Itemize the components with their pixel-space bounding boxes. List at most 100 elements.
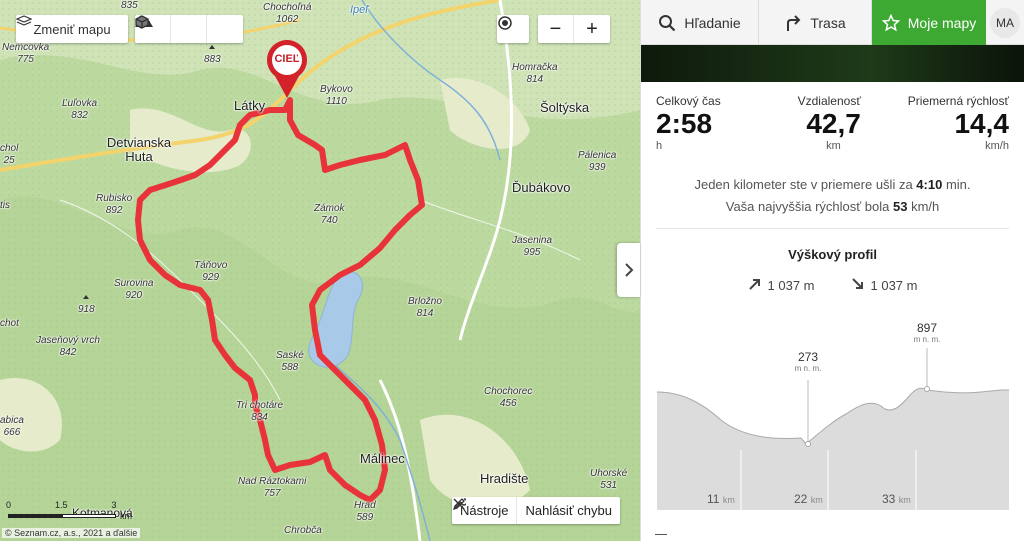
peak-label: 918 (78, 292, 95, 316)
stat-time-label: Celkový čas (656, 94, 721, 108)
peak-label: tis (0, 200, 10, 211)
app-root: 835 Chochoľná 1062 883 Nemcovka 775 Ľuľovk… (0, 0, 1024, 541)
elevation-profile[interactable] (641, 310, 1024, 510)
bottom-peek (655, 527, 667, 541)
scale-tick: 1.5 (55, 500, 68, 510)
stat-speed-label: Priemerná rýchlosť (907, 94, 1009, 108)
town-label: Hradište (480, 471, 529, 486)
target-icon (498, 16, 512, 30)
town-label: Látky (234, 98, 266, 113)
stat-speed-unit: km/h (985, 140, 1009, 152)
side-panel: Hľadanie Trasa Moje mapy MA Celkový čas … (640, 0, 1024, 541)
peak-label: 883 (204, 42, 221, 66)
tools-label: Nástroje (460, 503, 509, 518)
stat-speed: Priemerná rýchlosť 14,4 km/h (908, 94, 1009, 162)
peak-label: Táňovo 929 (194, 260, 228, 283)
chevron-right-icon (624, 263, 633, 277)
tab-route[interactable]: Trasa (759, 0, 872, 45)
elevation-updown: 1 037 m 1 037 m (641, 278, 1024, 293)
star-icon (881, 13, 900, 31)
peak-label: Zámok 740 (314, 203, 345, 226)
peak-label: Chochoľná 1062 (263, 2, 312, 25)
elevation-min: 273 m n. m. (788, 350, 828, 373)
elevation-max-unit: m n. m. (913, 335, 941, 344)
peak-label: Rubisko 892 (96, 193, 133, 216)
peak-label: Pálenica 939 (578, 150, 617, 173)
town-label: Detvianska Huta (106, 135, 172, 164)
target-marker-label: CIEĽ (274, 53, 300, 65)
map-pin-icon (267, 40, 307, 98)
peak-label: Jaseňový vrch 842 (36, 335, 100, 358)
elevation-min-unit: m n. m. (794, 364, 822, 373)
stat-distance-unit: km (826, 140, 841, 152)
peak-label: Jasenina 995 (512, 235, 553, 258)
copyright-text[interactable]: © Seznam.cz, a.s., 2021 a ďalšie (2, 528, 141, 538)
zoom-out-button[interactable]: − (538, 15, 574, 43)
top-nav: Hľadanie Trasa Moje mapy MA (641, 0, 1024, 45)
peak-label: Saské 588 (276, 350, 304, 373)
map-mode-group (135, 15, 243, 43)
stat-time-value: 2:58 (656, 108, 713, 139)
3d-button[interactable] (135, 15, 243, 43)
stat-time: Celkový čas 2:58 h (656, 94, 721, 162)
report-error-label: Nahlásiť chybu (525, 503, 612, 518)
user-menu[interactable]: MA (986, 0, 1024, 45)
peak-label: Chochorec 456 (484, 386, 533, 409)
elevation-title: Výškový profil (788, 247, 877, 262)
report-error-button[interactable]: Nahlásiť chybu (453, 497, 620, 524)
stat-time-unit: h (656, 140, 663, 152)
elevation-min-value: 273 (797, 350, 819, 364)
peak-label: Nemcovka 775 (2, 42, 50, 65)
peak-label: Surovina 920 (114, 278, 154, 301)
tab-route-label: Trasa (810, 14, 846, 31)
town-label: Ďubákovo (512, 180, 571, 195)
ascent: 1 037 m (748, 278, 815, 293)
track-summary: Jeden kilometer ste v priemere ušli za 4… (656, 162, 1009, 229)
peak-label: Hrad 589 (354, 500, 376, 523)
route-arrow-icon (787, 14, 801, 31)
peak-label: chol 25 (0, 143, 19, 166)
peak-label: Brložno 814 (408, 296, 442, 319)
layers-icon (16, 15, 32, 26)
elevation-max: 897 m n. m. (907, 321, 947, 344)
map-canvas[interactable]: 835 Chochoľná 1062 883 Nemcovka 775 Ľuľovk… (0, 0, 640, 541)
peak-label: Homračka 814 (512, 62, 558, 85)
elevation-max-value: 897 (916, 321, 938, 335)
x-tick: 11 km (707, 492, 735, 506)
track-stats: Celkový čas 2:58 h Vzdialenosť 42,7 km P… (641, 82, 1024, 162)
peak-label: chot (0, 318, 19, 329)
zoom-in-button[interactable]: + (574, 15, 610, 43)
collapse-panel-button[interactable] (617, 243, 640, 297)
river-label: Ipeľ (350, 4, 369, 16)
scale-tick: 3 (111, 500, 117, 510)
change-map-button[interactable]: Zmeniť mapu (16, 15, 128, 43)
map-tools-bar: Nástroje Nahlásiť chybu (452, 497, 620, 524)
locate-button[interactable] (497, 15, 529, 43)
pace-line: Jeden kilometer ste v priemere ušli za 4… (694, 177, 971, 192)
peak-label: 835 (121, 0, 138, 11)
x-tick: 22 km (794, 492, 823, 506)
target-marker[interactable]: CIEĽ (264, 40, 310, 100)
peak-label: Tri chotáre 834 (236, 400, 284, 423)
stat-speed-value: 14,4 (954, 108, 1009, 139)
stat-distance: Vzdialenosť 42,7 km (798, 94, 861, 162)
tab-my-maps-label: Moje mapy (907, 14, 977, 31)
change-map-label: Zmeniť mapu (33, 21, 111, 37)
town-label: Šoltýska (540, 100, 590, 115)
map-scale: 0 1.5 3 km (6, 500, 132, 521)
search-icon (659, 14, 676, 31)
stat-distance-value: 42,7 (806, 108, 861, 139)
town-label: Málinec (360, 451, 405, 466)
peak-label: Bykovo 1110 (320, 84, 353, 107)
terrain-button[interactable] (135, 15, 207, 43)
pencil-icon (453, 498, 465, 511)
track-banner (641, 45, 1024, 82)
tab-my-maps[interactable]: Moje mapy (872, 0, 986, 45)
arrow-up-right-icon (748, 279, 760, 290)
tab-search[interactable]: Hľadanie (641, 0, 759, 45)
peak-label: Ľuľovka 832 (62, 98, 98, 121)
stat-distance-label: Vzdialenosť (797, 94, 861, 108)
scale-tick: 0 (6, 500, 12, 510)
x-tick: 33 km (882, 492, 911, 506)
peak-label: Nad Ráztokami 757 (238, 476, 307, 499)
